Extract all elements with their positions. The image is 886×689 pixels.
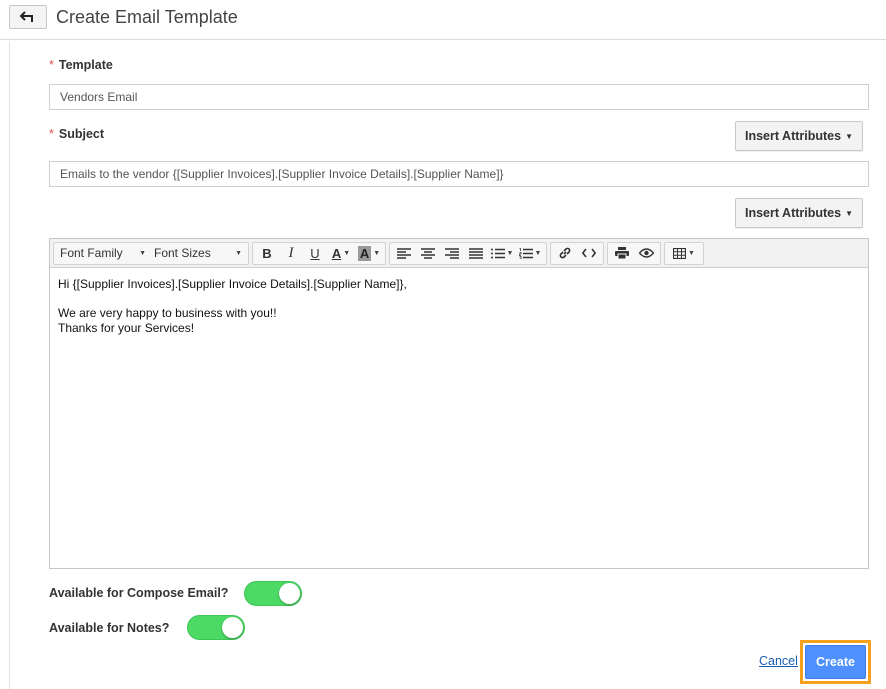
create-button-focus-outline: Create — [800, 640, 871, 684]
font-family-select[interactable]: Font Family ▼ — [56, 243, 150, 264]
link-button[interactable] — [553, 243, 577, 264]
template-label: * Template — [49, 58, 113, 72]
font-color-button[interactable]: A ▼ — [327, 243, 355, 264]
code-icon — [582, 248, 596, 258]
table-group: ▼ — [664, 241, 704, 265]
editor-line — [58, 292, 860, 307]
template-name-input[interactable] — [49, 84, 869, 110]
bullet-list-button[interactable]: ▼ — [488, 243, 516, 264]
underline-button[interactable]: U — [303, 243, 327, 264]
insert-group — [550, 241, 604, 265]
table-icon — [673, 247, 687, 259]
bold-button[interactable]: B — [255, 243, 279, 264]
format-group: B I U A ▼ A ▼ — [252, 241, 386, 265]
alignment-group: ▼ ▼ — [389, 241, 547, 265]
editor-content-area[interactable]: Hi {[Supplier Invoices].[Supplier Invoic… — [50, 268, 868, 344]
back-arrow-icon — [20, 11, 36, 23]
rich-text-editor: Font Family▼ Font Sizes▼ B I U A▼ A▼ — [49, 238, 869, 569]
italic-button[interactable]: I — [279, 243, 303, 264]
caret-down-icon: ▼ — [688, 249, 695, 257]
notes-toggle[interactable] — [187, 615, 245, 640]
caret-down-icon: ▼ — [139, 249, 146, 257]
print-icon — [615, 247, 629, 259]
bullet-list-icon — [490, 248, 505, 258]
align-right-icon — [445, 247, 459, 259]
view-group — [607, 241, 661, 265]
cancel-link[interactable]: Cancel — [759, 654, 798, 668]
preview-button[interactable] — [634, 243, 658, 264]
eye-icon — [638, 248, 654, 258]
font-color-icon: A — [331, 245, 342, 261]
header-bar: Create Email Template — [0, 0, 886, 40]
font-size-select[interactable]: Font Sizes ▼ — [150, 243, 246, 264]
required-mark: * — [49, 58, 54, 72]
highlight-color-button[interactable]: A ▼ — [355, 243, 383, 264]
caret-down-icon: ▼ — [534, 249, 542, 257]
numbered-list-button[interactable]: ▼ — [516, 243, 544, 264]
print-button[interactable] — [610, 243, 634, 264]
insert-attributes-body-button[interactable]: Insert Attributes ▼ — [735, 198, 863, 228]
caret-down-icon: ▼ — [845, 131, 853, 141]
insert-attributes-subject-button[interactable]: Insert Attributes ▼ — [735, 121, 863, 151]
caret-down-icon: ▼ — [343, 249, 351, 257]
caret-down-icon: ▼ — [373, 249, 381, 257]
editor-line: We are very happy to business with you!! — [58, 306, 277, 320]
notes-toggle-label: Available for Notes? — [49, 621, 170, 635]
page-title: Create Email Template — [56, 7, 238, 27]
align-center-icon — [421, 247, 435, 259]
align-right-button[interactable] — [440, 243, 464, 264]
required-mark: * — [49, 127, 54, 141]
compose-email-toggle-label: Available for Compose Email? — [49, 586, 229, 600]
align-left-button[interactable] — [392, 243, 416, 264]
link-icon — [559, 247, 571, 259]
caret-down-icon: ▼ — [845, 208, 853, 218]
align-left-icon — [397, 247, 411, 259]
caret-down-icon: ▼ — [235, 249, 242, 257]
align-center-button[interactable] — [416, 243, 440, 264]
font-group: Font Family ▼ Font Sizes ▼ — [53, 241, 249, 265]
toggle-knob — [222, 617, 243, 638]
highlight-color-icon: A — [357, 245, 372, 261]
editor-toolbar: Font Family▼ Font Sizes▼ B I U A▼ A▼ — [50, 239, 868, 268]
create-button[interactable]: Create — [805, 645, 866, 679]
back-button[interactable] — [9, 5, 47, 29]
caret-down-icon: ▼ — [506, 249, 514, 257]
subject-input[interactable] — [49, 161, 869, 187]
numbered-list-icon — [518, 247, 533, 259]
editor-line: Hi {[Supplier Invoices].[Supplier Invoic… — [58, 277, 407, 291]
editor-line: Thanks for your Services! — [58, 320, 195, 335]
subject-label: * Subject — [49, 127, 105, 141]
toggle-knob — [279, 583, 300, 604]
justify-icon — [469, 247, 483, 259]
justify-button[interactable] — [464, 243, 488, 264]
table-button[interactable]: ▼ — [667, 243, 701, 264]
code-view-button[interactable] — [577, 243, 601, 264]
compose-email-toggle[interactable] — [244, 581, 302, 606]
